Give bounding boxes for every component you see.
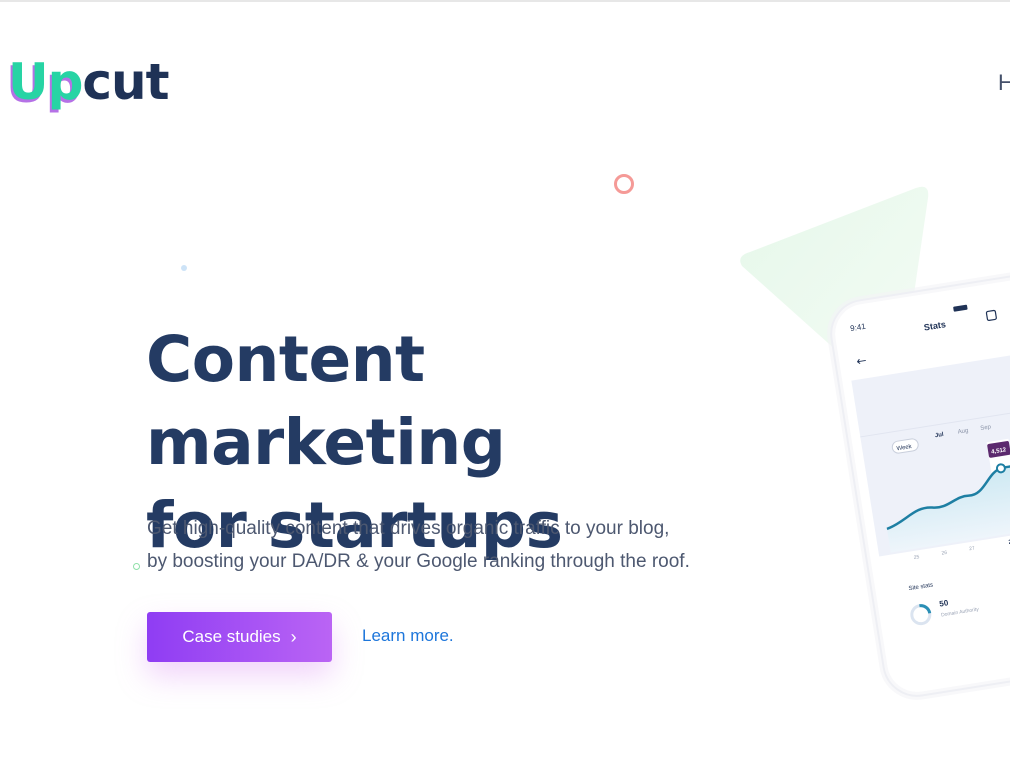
hero-subtitle: Get high-quality content that drives org… [147, 512, 747, 578]
case-studies-button[interactable]: Case studies › [147, 612, 332, 662]
upcut-logo[interactable]: Upcut Upcut [6, 48, 178, 118]
top-divider [0, 0, 1010, 2]
decorative-small-ring [133, 563, 140, 570]
chart-point [995, 463, 1006, 474]
logo-cut: cut [82, 53, 169, 111]
hero-subtitle-line-2: by boosting your DA/DR & your Google ran… [147, 551, 690, 572]
decorative-ring [614, 174, 634, 194]
chevron-right-icon: › [290, 626, 297, 647]
hero-title-line-1: Content marketing [146, 323, 506, 479]
case-studies-label: Case studies [182, 627, 281, 646]
phone-mockup-illustration: 9:41 Stats ← Week Jul Aug Sep 4,512 25 2… [740, 186, 1010, 700]
nav-item-partial[interactable]: H [998, 70, 1010, 96]
learn-more-link[interactable]: Learn more. [362, 626, 454, 646]
decorative-dot [181, 265, 187, 271]
logo-up: Up [8, 53, 83, 111]
hero-subtitle-line-1: Get high-quality content that drives org… [147, 518, 670, 539]
logo-wordmark: Upcut [8, 52, 170, 112]
